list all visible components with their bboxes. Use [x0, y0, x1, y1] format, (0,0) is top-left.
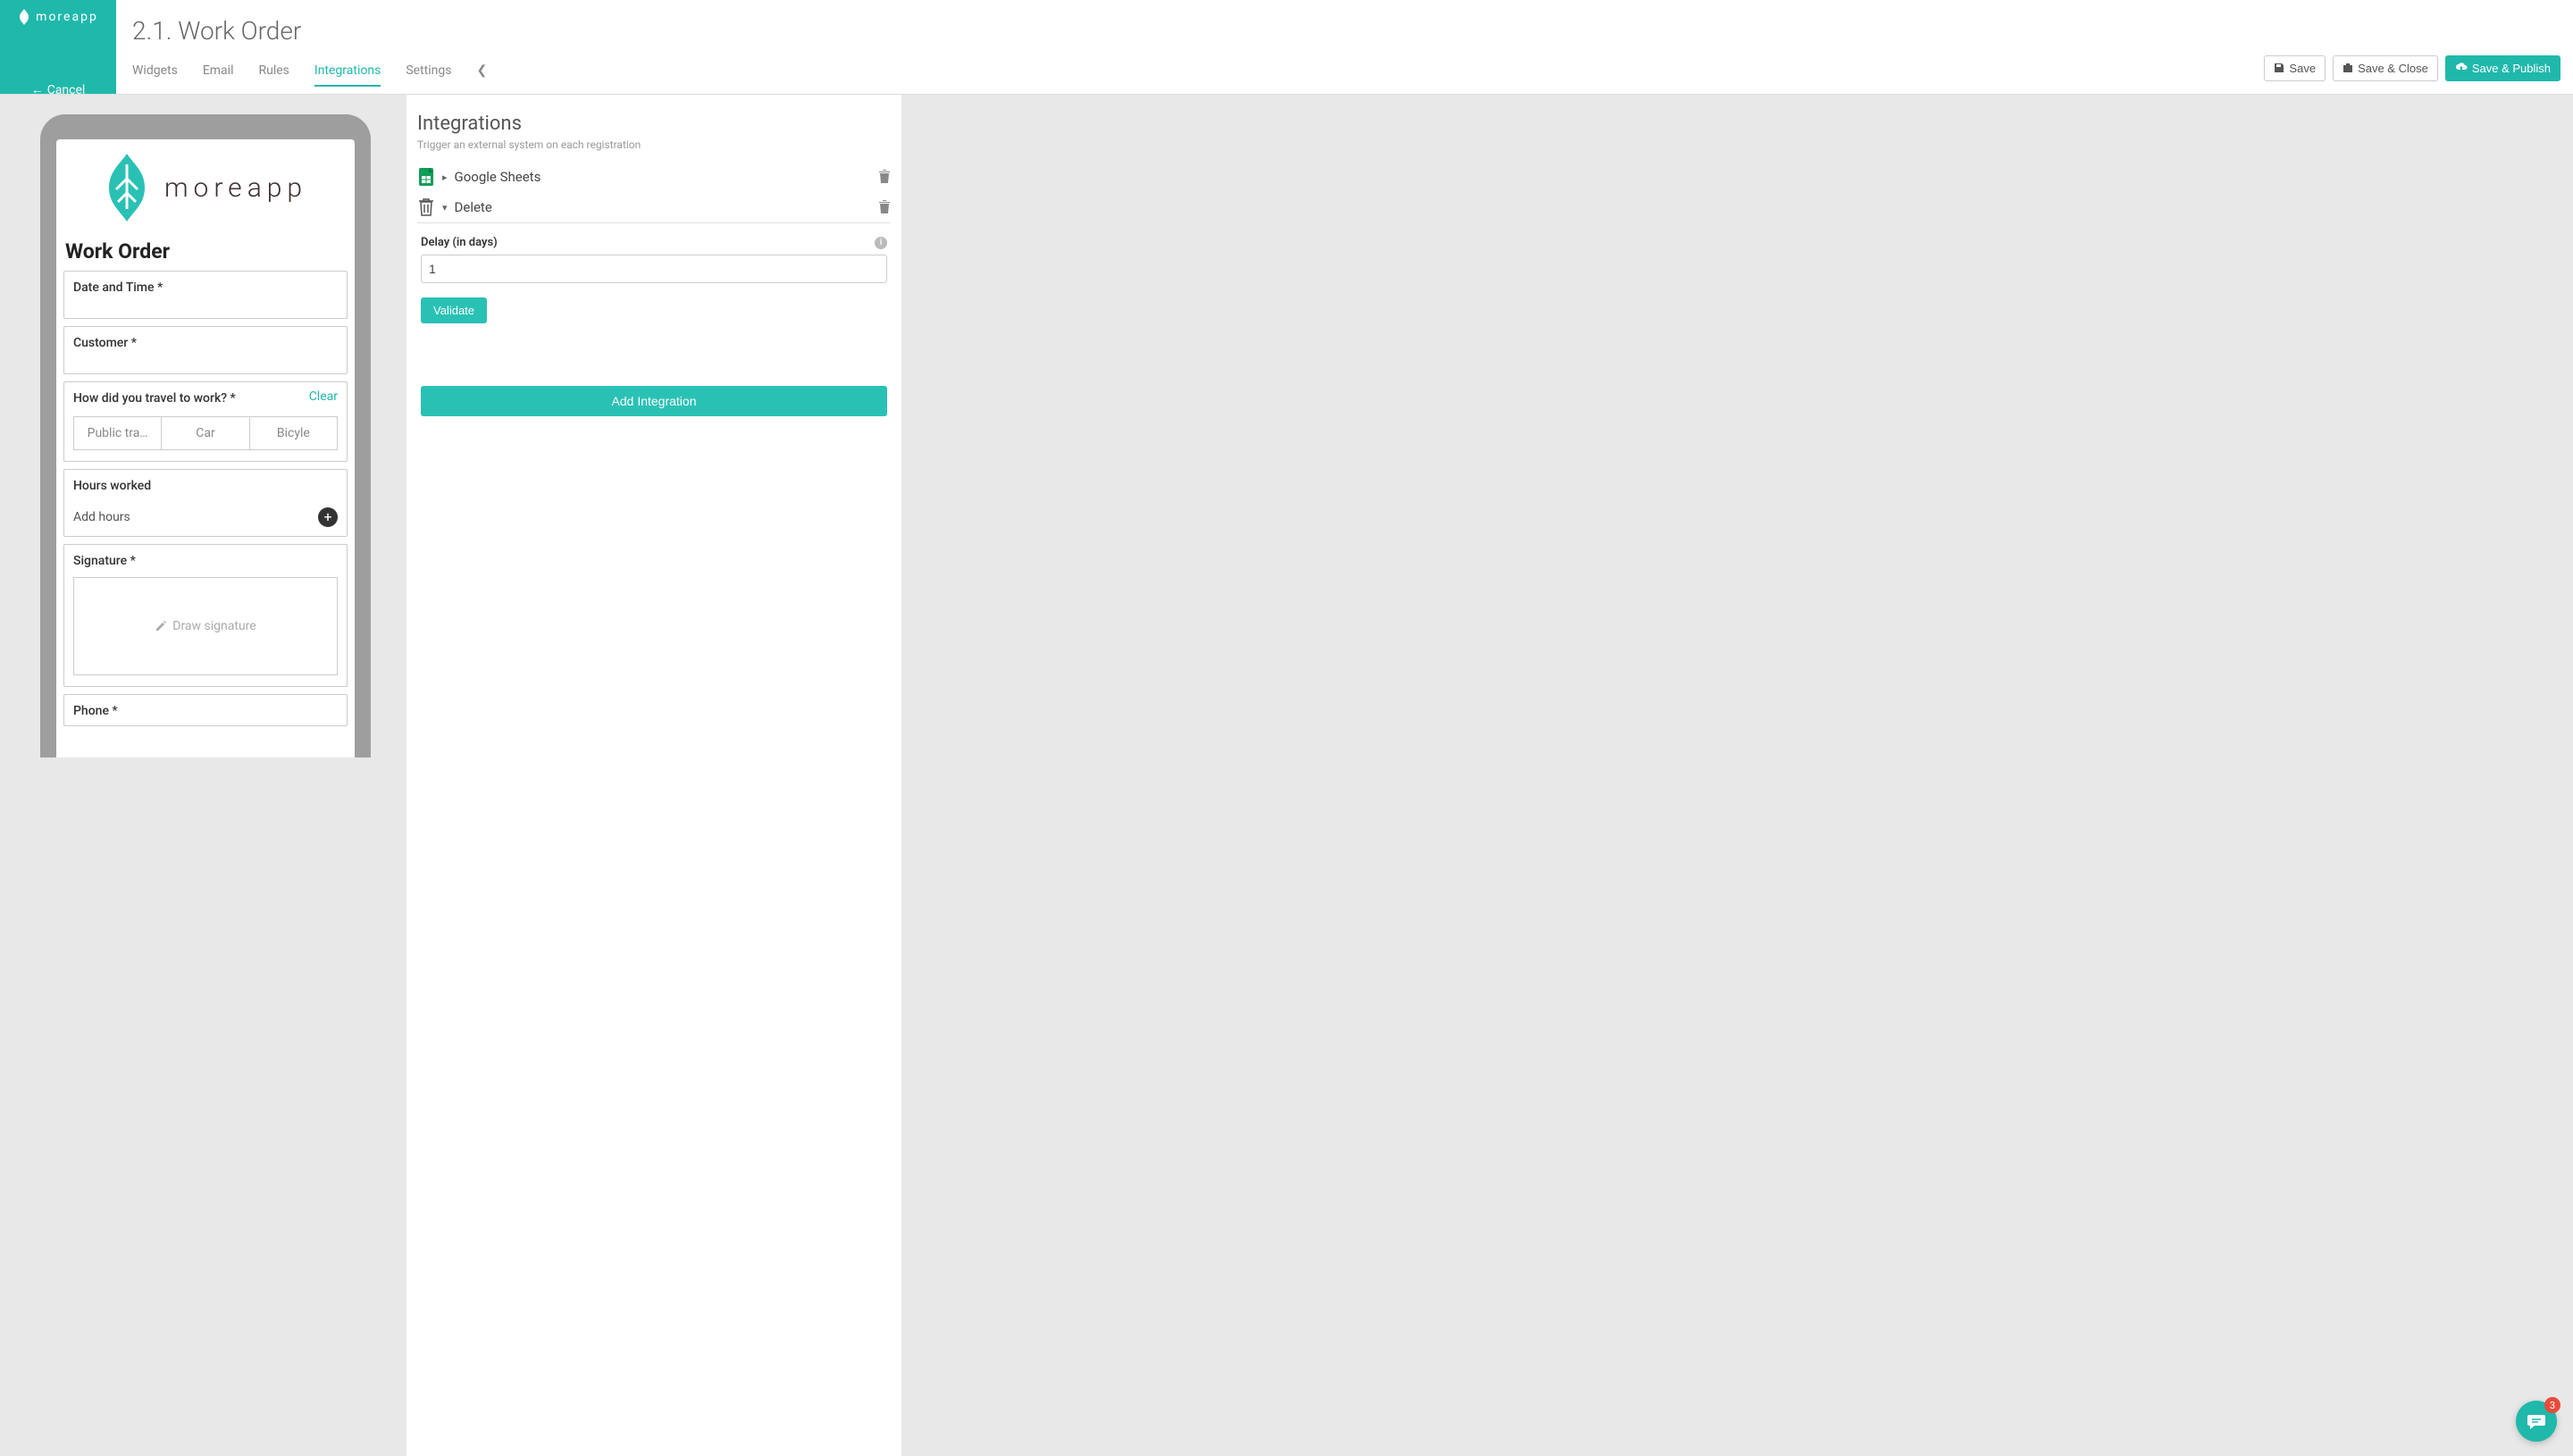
save-publish-button[interactable]: Save & Publish: [2445, 55, 2560, 81]
chat-icon: [2527, 1411, 2546, 1431]
travel-option-public[interactable]: Public tra…: [73, 416, 162, 450]
leaf-icon: [104, 152, 150, 223]
phone-frame: moreapp Work Order Date and Time * Custo…: [40, 114, 371, 757]
delay-label: Delay (in days): [421, 236, 498, 249]
field-label: Phone *: [73, 704, 338, 718]
tab-email[interactable]: Email: [203, 54, 234, 87]
left-sidebar: moreapp ← Cancel: [0, 0, 116, 94]
brand-name: moreapp: [36, 10, 98, 24]
field-hours: Hours worked Add hours +: [63, 469, 348, 537]
chevron-down-icon: ▾: [442, 202, 448, 213]
preview-brand: moreapp: [164, 172, 307, 204]
tab-settings[interactable]: Settings: [406, 54, 451, 87]
field-travel: How did you travel to work? * Clear Publ…: [63, 381, 348, 462]
signature-placeholder: Draw signature: [172, 619, 256, 633]
integration-label: Delete: [455, 199, 492, 215]
tabs: Widgets Email Rules Integrations Setting…: [132, 54, 487, 87]
google-sheets-icon: [417, 167, 435, 187]
header: 2.1. Work Order Widgets Email Rules Inte…: [116, 0, 2573, 94]
save-disk-icon: [2274, 63, 2284, 73]
signature-pad[interactable]: Draw signature: [73, 577, 338, 675]
field-customer[interactable]: Customer *: [63, 326, 348, 374]
trash-icon: [417, 197, 435, 217]
chat-unread-badge: 3: [2544, 1397, 2560, 1413]
clear-button[interactable]: Clear: [309, 389, 338, 404]
preview-app-header: moreapp: [56, 139, 355, 230]
integration-settings: Delay (in days) i Validate Add Integrati…: [417, 223, 891, 416]
field-signature: Signature * Draw signature: [63, 544, 348, 687]
info-icon[interactable]: i: [875, 237, 887, 249]
chat-fab[interactable]: 3: [2516, 1401, 2557, 1442]
integration-row-google-sheets[interactable]: ▸ Google Sheets: [417, 162, 891, 192]
field-label: Date and Time *: [73, 280, 338, 295]
preview-form-title: Work Order: [56, 230, 355, 271]
delete-integration-button[interactable]: [878, 200, 891, 214]
travel-segmented: Public tra… Car Bicyle: [73, 416, 338, 450]
save-label: Save: [2289, 62, 2316, 75]
add-integration-button[interactable]: Add Integration: [421, 386, 887, 416]
field-label: How did you travel to work? *: [73, 391, 338, 406]
tab-integrations[interactable]: Integrations: [314, 54, 381, 87]
travel-option-bicycle[interactable]: Bicyle: [250, 416, 338, 450]
pencil-icon: [155, 620, 167, 632]
page-title: 2.1. Work Order: [116, 0, 2573, 54]
save-button[interactable]: Save: [2264, 55, 2326, 81]
cloud-upload-icon: [2455, 63, 2468, 73]
action-buttons: Save Save & Close Save & Publish: [2264, 55, 2560, 87]
delete-integration-button[interactable]: [878, 170, 891, 184]
brand-logo: moreapp: [18, 9, 98, 25]
panel-subtitle: Trigger an external system on each regis…: [417, 138, 891, 151]
add-hours-row[interactable]: Add hours +: [73, 493, 338, 527]
chevron-left-icon[interactable]: ❮: [476, 63, 487, 78]
tab-rules[interactable]: Rules: [258, 54, 289, 87]
field-label: Customer *: [73, 336, 338, 350]
field-label: Hours worked: [73, 479, 338, 493]
chevron-right-icon: ▸: [442, 172, 448, 183]
field-datetime[interactable]: Date and Time *: [63, 271, 348, 319]
field-phone[interactable]: Phone *: [63, 694, 348, 726]
save-publish-label: Save & Publish: [2472, 62, 2551, 75]
add-hours-label: Add hours: [73, 510, 130, 524]
panel-title: Integrations: [417, 113, 891, 135]
tab-widgets[interactable]: Widgets: [132, 54, 178, 87]
integration-label: Google Sheets: [455, 169, 541, 185]
validate-button[interactable]: Validate: [421, 297, 487, 323]
exit-icon: [2343, 63, 2353, 73]
save-close-button[interactable]: Save & Close: [2333, 55, 2438, 81]
save-close-label: Save & Close: [2358, 62, 2428, 75]
delay-label-row: Delay (in days) i: [421, 236, 887, 249]
plus-circle-icon: +: [318, 507, 338, 527]
integrations-panel: Integrations Trigger an external system …: [406, 95, 902, 1456]
leaf-icon: [18, 9, 30, 25]
field-label: Signature *: [73, 554, 338, 568]
preview-column: moreapp Work Order Date and Time * Custo…: [0, 95, 406, 757]
travel-option-car[interactable]: Car: [162, 416, 249, 450]
integration-row-delete[interactable]: ▾ Delete: [417, 192, 891, 223]
delay-input[interactable]: [421, 255, 887, 283]
phone-screen: moreapp Work Order Date and Time * Custo…: [56, 139, 355, 757]
